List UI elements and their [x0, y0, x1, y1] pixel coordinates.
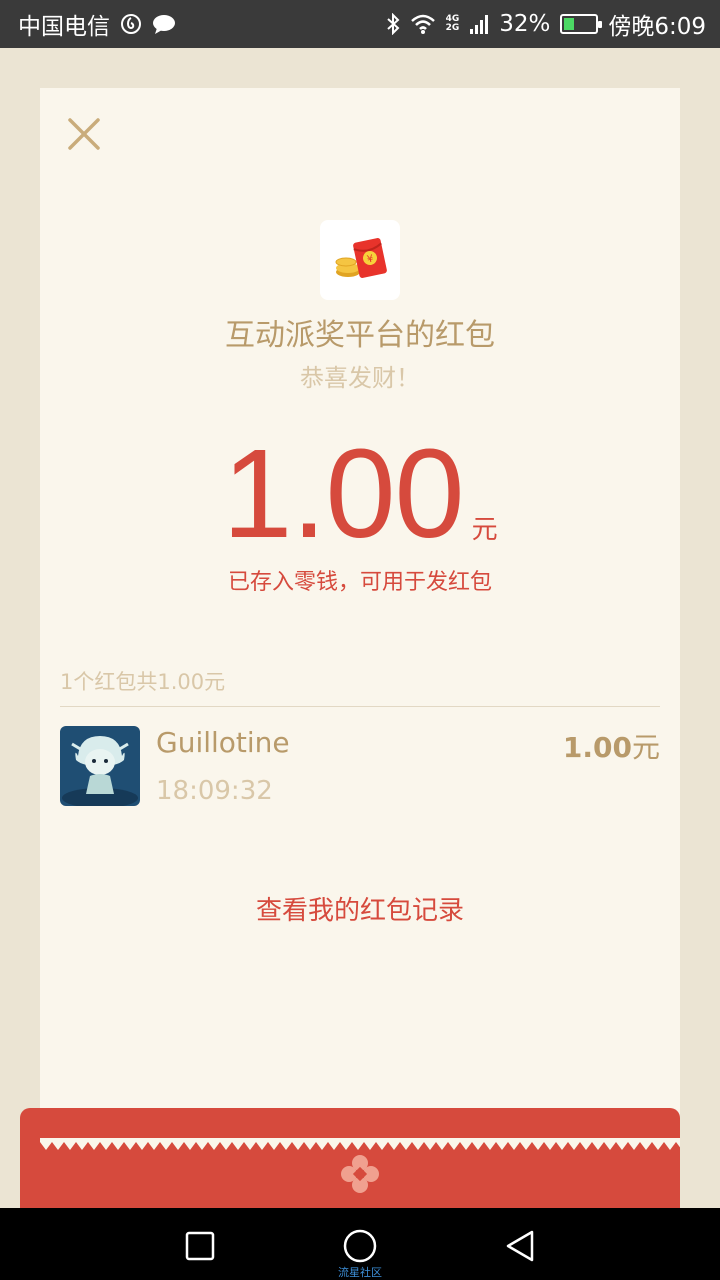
amount-note: 已存入零钱，可用于发红包 [227, 570, 492, 595]
status-bar: 中国电信 4G 2G 32% 傍晚6:09 [0, 0, 720, 48]
flower-emblem-icon [341, 1155, 379, 1193]
amount-value: 1.00 [222, 423, 464, 564]
record-amount: 1.00元 [563, 726, 660, 766]
signal-icon [469, 13, 489, 35]
watermark: 流星社区 [338, 1266, 382, 1279]
record-name: Guillotine [156, 726, 290, 759]
wifi-icon [410, 13, 436, 35]
home-button[interactable] [340, 1226, 380, 1266]
avatar [60, 726, 140, 806]
netease-music-icon [120, 13, 142, 35]
status-bar-left: 中国电信 [18, 7, 176, 41]
status-bar-right: 4G 2G 32% 傍晚6:09 [386, 7, 706, 41]
recents-button[interactable] [180, 1226, 220, 1266]
square-icon [185, 1231, 215, 1261]
amount-unit: 元 [471, 515, 498, 545]
divider [60, 706, 660, 707]
packet-summary: 1个红包共1.00元 [60, 670, 226, 694]
red-packet-coins-icon: ¥ [335, 238, 387, 278]
sender-title: 互动派奖平台的红包 [225, 318, 495, 353]
sender-app-logo: ¥ [320, 220, 400, 300]
back-triangle-icon [506, 1230, 534, 1262]
network-type: 4G 2G [446, 15, 460, 33]
greeting: 恭喜发财！ [300, 364, 420, 392]
bluetooth-icon [386, 13, 400, 35]
view-red-packet-history-link[interactable]: 查看我的红包记录 [40, 890, 680, 927]
record-amount-value: 1.00 [562, 731, 632, 764]
battery-percent: 32% [499, 11, 551, 37]
chat-bubble-icon [152, 13, 176, 35]
network-type-bottom: 2G [445, 23, 460, 33]
record-time: 18:09:32 [156, 776, 273, 806]
record-amount-unit: 元 [631, 731, 660, 764]
avatar-image [60, 726, 140, 806]
clock: 傍晚6:09 [608, 14, 706, 40]
circle-icon [343, 1229, 377, 1263]
received-amount: 1.00 元 [40, 423, 680, 564]
red-packet-detail-card: ¥ 互动派奖平台的红包 恭喜发财！ 1.00 元 已存入零钱，可用于发红包 1个… [40, 88, 680, 1148]
carrier-label: 中国电信 [18, 14, 110, 40]
close-button[interactable] [62, 112, 106, 156]
list-item[interactable]: Guillotine 18:09:32 1.00元 [60, 726, 660, 810]
close-icon [68, 118, 100, 150]
battery-icon [560, 14, 603, 34]
battery-fill [564, 18, 575, 30]
zigzag-edge [40, 1138, 680, 1150]
back-button[interactable] [500, 1226, 540, 1266]
